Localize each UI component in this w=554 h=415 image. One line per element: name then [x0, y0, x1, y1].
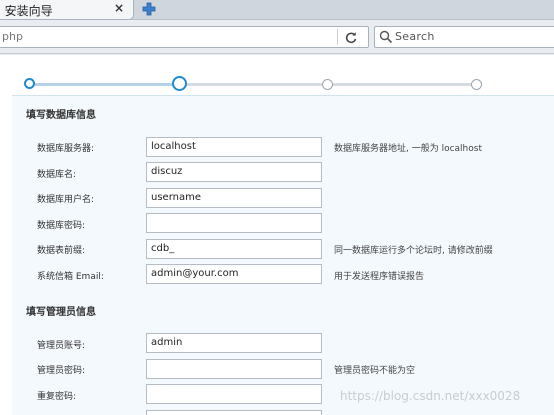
- step-3-indicator: [322, 79, 333, 90]
- db-name-label: 数据库名:: [37, 170, 77, 180]
- wizard-progress: [0, 73, 554, 95]
- new-tab-icon[interactable]: [141, 1, 157, 17]
- system-email-label: 系统信箱 Email:: [37, 272, 104, 282]
- admin-email-input[interactable]: [146, 410, 322, 415]
- repeat-password-input[interactable]: [146, 384, 322, 404]
- table-prefix-hint: 同一数据库运行多个论坛时, 请修改前缀: [334, 246, 493, 256]
- search-bar[interactable]: Search: [374, 26, 554, 48]
- system-email-hint: 用于发送程序错误报告: [334, 272, 425, 282]
- step-2-indicator: [172, 76, 187, 91]
- db-user-input[interactable]: username: [146, 188, 322, 208]
- db-user-label: 数据库用户名:: [37, 195, 95, 205]
- admin-password-label: 管理员密码:: [37, 366, 86, 376]
- table-prefix-label: 数据表前缀:: [37, 246, 86, 256]
- search-icon: [379, 30, 393, 44]
- admin-password-input[interactable]: [146, 359, 322, 379]
- divider: [337, 29, 338, 45]
- system-email-input[interactable]: admin@your.com: [146, 264, 322, 284]
- reload-icon[interactable]: [344, 31, 358, 45]
- db-section-title: 填写数据库信息: [26, 110, 96, 121]
- url-text: php: [2, 30, 23, 43]
- address-bar[interactable]: php: [0, 26, 369, 48]
- step-4-indicator: [471, 79, 482, 90]
- admin-account-label: 管理员账号:: [37, 341, 86, 351]
- step-1-indicator: [24, 78, 35, 89]
- admin-section-title: 填写管理员信息: [26, 307, 96, 318]
- repeat-password-label: 重复密码:: [37, 392, 77, 402]
- tab-title: ! 安装向导: [0, 4, 53, 18]
- db-server-label: 数据库服务器:: [37, 144, 95, 154]
- db-server-hint: 数据库服务器地址, 一般为 localhost: [334, 144, 482, 154]
- install-form: 填写数据库信息 数据库服务器: localhost 数据库服务器地址, 一般为 …: [12, 95, 554, 415]
- tab-strip: ! 安装向导 ×: [0, 0, 554, 20]
- db-password-input[interactable]: [146, 213, 322, 233]
- admin-account-input[interactable]: admin: [146, 333, 322, 353]
- search-input[interactable]: Search: [395, 30, 435, 43]
- admin-password-hint: 管理员密码不能为空: [334, 366, 416, 376]
- table-prefix-input[interactable]: cdb_: [146, 239, 322, 259]
- close-tab-icon[interactable]: ×: [114, 1, 124, 15]
- db-name-input[interactable]: discuz: [146, 162, 322, 182]
- db-server-input[interactable]: localhost: [146, 137, 322, 157]
- page: 填写数据库信息 数据库服务器: localhost 数据库服务器地址, 一般为 …: [0, 55, 554, 415]
- navigation-bar: php Search: [0, 20, 554, 54]
- browser-tab[interactable]: ! 安装向导 ×: [0, 0, 134, 20]
- watermark-text: https://blog.csdn.net/xxx0028: [340, 389, 521, 403]
- progress-fill: [30, 83, 180, 86]
- db-password-label: 数据库密码:: [37, 221, 86, 231]
